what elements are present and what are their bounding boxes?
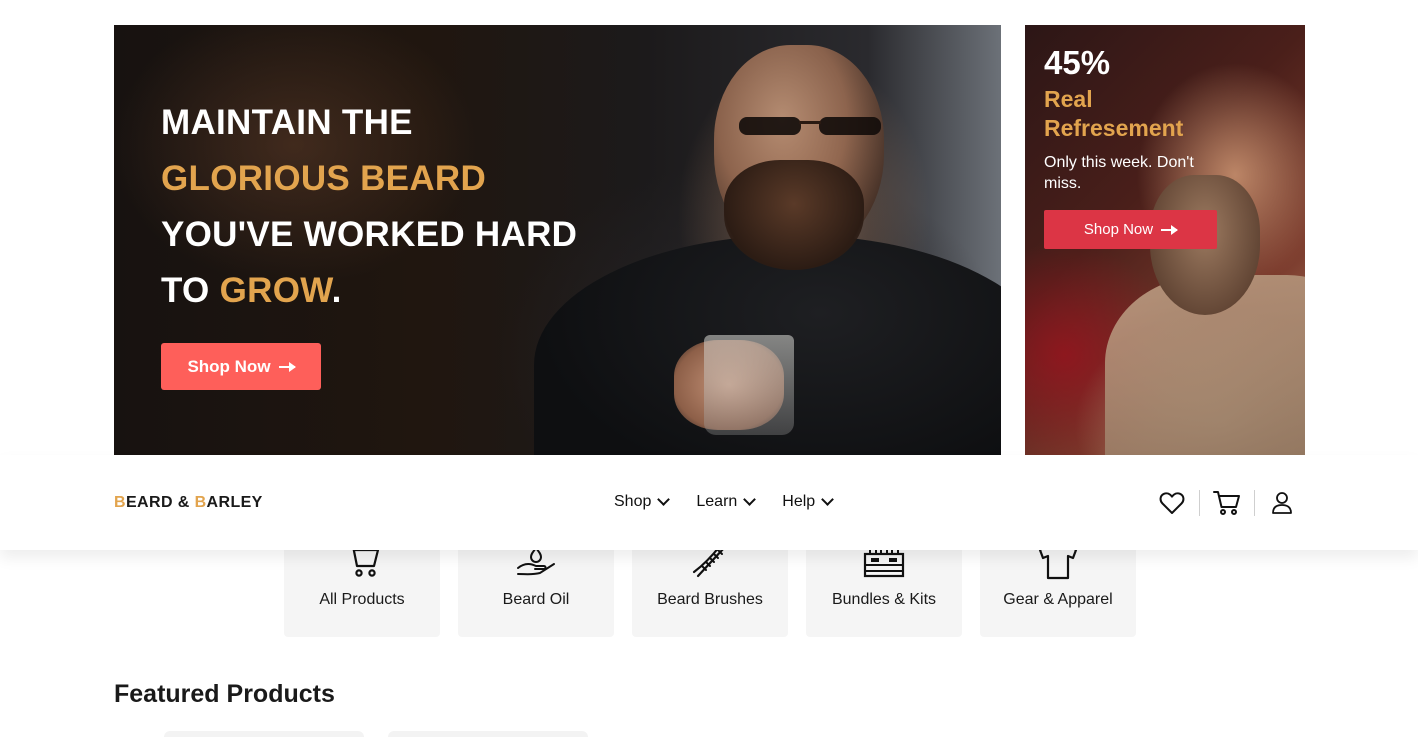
brand-logo[interactable]: BEARD & BARLEY <box>114 494 263 512</box>
hero-photo-beard <box>724 160 864 270</box>
hero-line-4-suffix: . <box>331 271 342 310</box>
category-label: Bundles & Kits <box>831 591 937 608</box>
promo-title: Real Refresement <box>1044 86 1184 141</box>
category-beard-brushes[interactable]: Beard Brushes <box>632 544 788 637</box>
nav-item-label: Learn <box>696 493 738 510</box>
featured-products-heading: Featured Products <box>114 680 335 708</box>
hero-photo-glasses <box>739 117 881 135</box>
page: MAINTAIN THE GLORIOUS BEARD YOU'VE WORKE… <box>0 0 1418 737</box>
hero-shop-now-button[interactable]: Shop Now <box>161 343 321 390</box>
promo-subtitle: Only this week. Don't miss. <box>1044 154 1194 192</box>
category-all-products[interactable]: All Products <box>284 544 440 637</box>
chevron-down-icon <box>657 493 671 506</box>
main-navbar: BEARD & BARLEY Shop Learn Help <box>0 455 1418 550</box>
nav-menu: Shop Learn Help <box>614 493 835 511</box>
hero-line-1: MAINTAIN THE <box>161 103 413 142</box>
user-icon <box>1272 492 1292 514</box>
logo-letter-b1: B <box>114 494 126 511</box>
category-gear-apparel[interactable]: Gear & Apparel <box>980 545 1136 637</box>
hero-banner: MAINTAIN THE GLORIOUS BEARD YOU'VE WORKE… <box>114 25 1001 455</box>
hero-photo-glass <box>704 335 794 435</box>
category-label: All Products <box>319 591 405 608</box>
logo-word-1: EARD <box>125 494 173 511</box>
category-bundles-kits[interactable]: Bundles & Kits <box>806 547 962 637</box>
hero-headline: MAINTAIN THE GLORIOUS BEARD YOU'VE WORKE… <box>161 95 577 319</box>
promo-shop-now-label: Shop Now <box>1083 221 1154 238</box>
nav-divider <box>1199 490 1200 516</box>
logo-word-2: ARLEY <box>206 494 263 511</box>
hero-line-4: TO GROW. <box>161 263 577 319</box>
category-beard-oil[interactable]: Beard Oil <box>458 546 614 637</box>
promo-banner: 45% Real Refresement Only this week. Don… <box>1025 25 1305 455</box>
product-card[interactable] <box>164 731 364 737</box>
category-tiles: All Products Beard Oil Beard Brushes Bun… <box>284 544 1136 637</box>
category-label: Beard Oil <box>502 591 570 608</box>
hero-line-2: GLORIOUS BEARD <box>161 151 577 207</box>
arrow-right-icon <box>278 361 296 372</box>
category-label: Gear & Apparel <box>1003 591 1113 608</box>
nav-item-shop[interactable]: Shop <box>614 493 671 511</box>
hero-shop-now-label: Shop Now <box>187 356 271 376</box>
account-button[interactable] <box>1268 489 1296 517</box>
nav-item-label: Shop <box>614 493 652 510</box>
hero-gold-text: GLORIOUS BEARD <box>161 159 487 198</box>
cart-icon <box>1213 491 1240 515</box>
nav-divider <box>1254 490 1255 516</box>
chevron-down-icon <box>743 493 757 506</box>
hero-line-4-gold: GROW <box>219 271 332 310</box>
heart-icon <box>1159 492 1185 514</box>
hero-line-3: YOU'VE WORKED HARD <box>161 215 578 254</box>
nav-actions <box>1158 489 1296 517</box>
product-card[interactable] <box>388 731 588 737</box>
cart-button[interactable] <box>1213 489 1241 517</box>
logo-ampersand: & <box>172 494 195 511</box>
promo-percent: 45% <box>1044 44 1111 81</box>
logo-letter-b2: B <box>194 494 207 511</box>
nav-item-label: Help <box>782 493 816 510</box>
nav-item-help[interactable]: Help <box>782 493 835 511</box>
chevron-down-icon <box>821 493 835 506</box>
wishlist-button[interactable] <box>1158 489 1186 517</box>
promo-shop-now-button[interactable]: Shop Now <box>1044 210 1217 249</box>
arrow-right-icon <box>1161 224 1179 235</box>
category-label: Beard Brushes <box>657 591 763 608</box>
hero-line-4-prefix: TO <box>161 271 220 310</box>
nav-item-learn[interactable]: Learn <box>696 493 757 511</box>
